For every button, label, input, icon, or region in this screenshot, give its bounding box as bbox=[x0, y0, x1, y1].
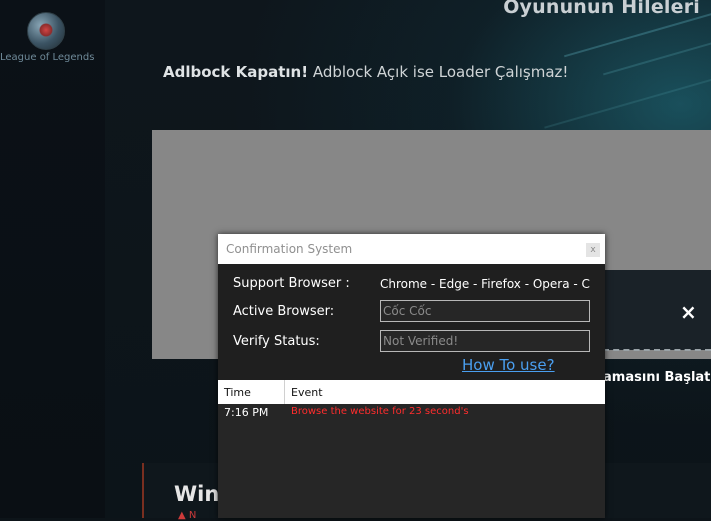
log-row-time: 7:16 PM bbox=[224, 406, 269, 419]
support-browser-value: Chrome - Edge - Firefox - Opera - Coc bbox=[380, 277, 590, 291]
page-title: Oyununun Hileleri bbox=[503, 0, 700, 18]
sidebar: League of Legends bbox=[0, 0, 106, 518]
adblock-notice-text: Adblock Açık ise Loader Çalışmaz! bbox=[308, 63, 569, 81]
dashed-divider bbox=[603, 349, 711, 351]
how-to-use-link[interactable]: How To use? bbox=[462, 356, 555, 374]
column-header-time[interactable]: Time bbox=[224, 386, 251, 399]
lower-panel-subtitle: ▲ N bbox=[178, 510, 197, 521]
game-avatar-icon[interactable] bbox=[27, 12, 65, 50]
confirmation-dialog: Confirmation System x Support Browser : … bbox=[218, 234, 605, 518]
verify-status-field[interactable]: Not Verified! bbox=[380, 330, 590, 352]
close-icon[interactable]: × bbox=[680, 300, 697, 324]
column-header-event[interactable]: Event bbox=[291, 386, 323, 399]
sidebar-game-label[interactable]: League of Legends bbox=[0, 52, 105, 63]
adblock-notice: Adlbock Kapatın! Adblock Açık ise Loader… bbox=[163, 63, 568, 81]
dialog-title: Confirmation System bbox=[226, 242, 353, 256]
verify-status-label: Verify Status: bbox=[233, 334, 320, 349]
log-row-event: Browse the website for 23 second's bbox=[291, 406, 469, 417]
dialog-close-button[interactable]: x bbox=[586, 243, 600, 257]
active-browser-field[interactable]: Cốc Cốc bbox=[380, 300, 590, 322]
column-divider[interactable] bbox=[284, 380, 285, 404]
dialog-header: Confirmation System x bbox=[218, 234, 605, 264]
lower-panel-title: Windows bbox=[174, 482, 218, 506]
support-browser-label: Support Browser : bbox=[233, 276, 350, 291]
event-table-header: Time Event bbox=[218, 380, 605, 404]
adblock-notice-bold: Adlbock Kapatın! bbox=[163, 63, 309, 81]
active-browser-label: Active Browser: bbox=[233, 304, 335, 319]
start-instruction-text: amasını Başlatın bbox=[603, 370, 711, 385]
